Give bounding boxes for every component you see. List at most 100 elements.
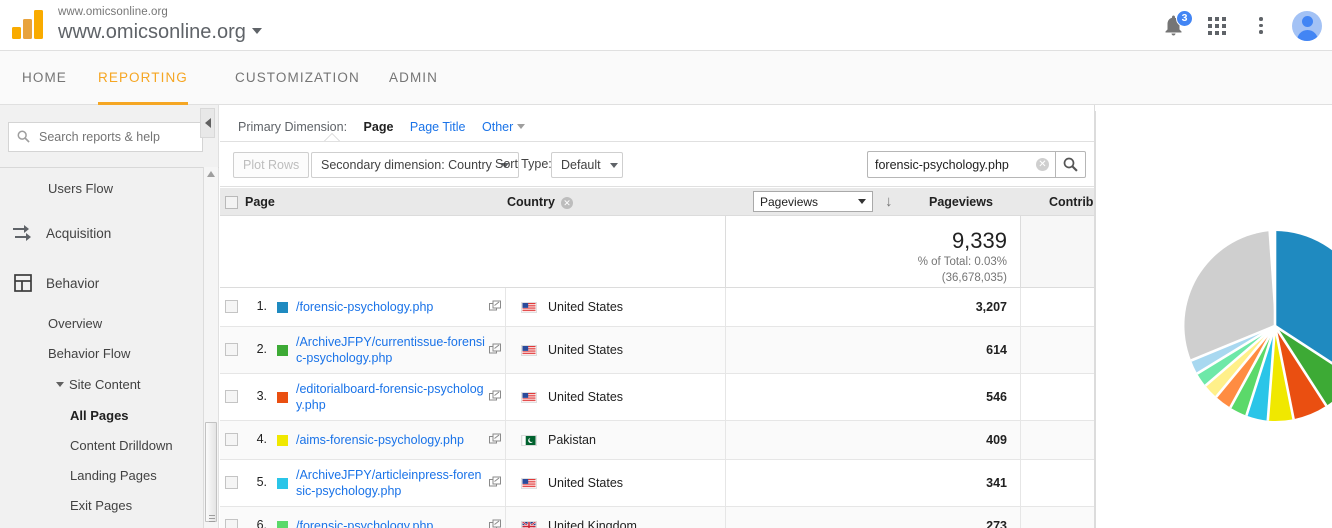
sort-direction-icon[interactable]: ↓ <box>885 193 893 210</box>
sort-type-label: Sort Type: <box>495 157 552 171</box>
sidebar-item-site-content[interactable]: Site Content <box>0 368 219 400</box>
row-page-link[interactable]: /editorialboard-forensic-psychology.php <box>296 374 486 420</box>
open-in-new-window-icon[interactable] <box>489 519 502 528</box>
row-index: 1. <box>256 299 267 313</box>
totals-pageviews-value: 9,339 <box>951 228 1007 253</box>
search-input[interactable] <box>8 122 203 152</box>
secondary-dimension-label: Secondary dimension: Country <box>321 158 492 172</box>
row-checkbox[interactable] <box>225 300 238 313</box>
search-icon <box>1063 157 1078 172</box>
scroll-up-arrow-icon[interactable] <box>207 171 215 177</box>
remove-secondary-dimension-icon[interactable]: ✕ <box>561 197 573 209</box>
row-country-cell: United States <box>505 374 725 420</box>
column-header-country[interactable]: Country <box>507 188 555 216</box>
open-in-new-window-icon[interactable] <box>489 300 502 318</box>
column-header-page[interactable]: Page <box>245 188 275 216</box>
row-country-name: United States <box>548 300 624 314</box>
scrollbar-thumb[interactable] <box>205 422 217 522</box>
tab-customization[interactable]: CUSTOMIZATION <box>235 51 360 105</box>
chevron-down-icon <box>609 162 618 168</box>
row-pageviews: 614 <box>725 327 1020 373</box>
row-page-link[interactable]: /forensic-psychology.php <box>296 507 486 528</box>
sidebar-item-landing-pages[interactable]: Landing Pages <box>0 460 219 490</box>
caret-down-icon <box>56 381 64 387</box>
row-checkbox[interactable] <box>225 476 238 489</box>
select-all-checkbox[interactable] <box>225 196 238 209</box>
flag-us-icon <box>521 301 537 313</box>
row-country-name: United States <box>548 343 624 357</box>
sidebar-collapse-button[interactable] <box>200 108 215 138</box>
row-country-cell: Pakistan <box>505 421 725 459</box>
metric-select[interactable]: Pageviews <box>753 191 873 212</box>
row-checkbox[interactable] <box>225 519 238 528</box>
chevron-down-icon <box>517 124 526 129</box>
more-vertical-icon[interactable] <box>1248 13 1274 39</box>
account-selector[interactable]: www.omicsonline.org <box>58 19 262 45</box>
sidebar-item-content-drilldown[interactable]: Content Drilldown <box>0 430 219 460</box>
row-index: 6. <box>256 518 267 528</box>
open-in-new-window-icon[interactable] <box>489 476 502 494</box>
row-pageviews: 341 <box>725 460 1020 506</box>
primary-dimension-page[interactable]: Page <box>364 120 394 134</box>
clear-search-icon[interactable]: ✕ <box>1036 158 1049 171</box>
open-in-new-window-icon[interactable] <box>489 390 502 408</box>
primary-dimension-page-title[interactable]: Page Title <box>410 120 466 134</box>
row-page-link[interactable]: /forensic-psychology.php <box>296 288 486 326</box>
plot-rows-button[interactable]: Plot Rows <box>233 152 310 178</box>
sidebar-item-behavior[interactable]: Behavior <box>0 258 219 308</box>
chevron-down-icon <box>251 28 262 34</box>
sidebar-item-label: Content Drilldown <box>70 437 173 453</box>
row-checkbox[interactable] <box>225 390 238 403</box>
sidebar-item-acquisition[interactable]: Acquisition <box>0 208 219 258</box>
row-pageviews: 3,207 <box>725 288 1020 326</box>
search-submit-button[interactable] <box>1055 151 1086 178</box>
row-page-link[interactable]: /ArchiveJFPY/currentissue-forensic-psych… <box>296 327 486 373</box>
table-search-input[interactable] <box>867 151 1055 178</box>
tab-admin[interactable]: ADMIN <box>389 51 438 105</box>
row-color-swatch <box>277 478 288 489</box>
top-right-actions: 3 <box>1160 0 1322 51</box>
notification-badge: 3 <box>1176 9 1193 27</box>
column-header-pageviews[interactable]: Pageviews <box>929 188 993 216</box>
sidebar-item-label: Acquisition <box>46 225 112 241</box>
row-checkbox[interactable] <box>225 433 238 446</box>
row-color-swatch <box>277 302 288 313</box>
row-checkbox[interactable] <box>225 343 238 356</box>
tab-reporting[interactable]: REPORTING <box>98 51 188 105</box>
sidebar-item-behavior-flow[interactable]: Behavior Flow <box>0 338 219 368</box>
bell-icon[interactable]: 3 <box>1160 9 1193 39</box>
sidebar-scrollbar[interactable] <box>203 167 218 528</box>
row-color-swatch <box>277 392 288 403</box>
primary-dimension-other[interactable]: Other <box>482 120 513 134</box>
sidebar-item-label: Landing Pages <box>70 467 157 483</box>
pie-chart-panel: 34.3% 6.6% 32.8% <box>1095 111 1332 528</box>
metric-select-value: Pageviews <box>760 194 819 209</box>
sidebar-item-label: Site Content <box>69 376 141 392</box>
primary-dimension-label: Primary Dimension: <box>238 120 348 134</box>
table-search-wrap: ✕ <box>867 151 1055 178</box>
sidebar-item-overview[interactable]: Overview <box>0 308 219 338</box>
tab-home[interactable]: HOME <box>22 51 67 105</box>
row-country-name: United States <box>548 476 624 490</box>
chevron-left-icon <box>204 118 211 128</box>
sort-type-select[interactable]: Default <box>551 152 623 178</box>
primary-dimension-notch <box>325 134 339 141</box>
row-page-link[interactable]: /aims-forensic-psychology.php <box>296 421 486 459</box>
open-in-new-window-icon[interactable] <box>489 433 502 451</box>
row-index: 3. <box>256 389 267 403</box>
sidebar-item-all-pages[interactable]: All Pages <box>0 400 219 430</box>
row-country-cell: United Kingdom <box>505 507 725 528</box>
sidebar-item-exit-pages[interactable]: Exit Pages <box>0 490 219 520</box>
row-page-link[interactable]: /ArchiveJFPY/articleinpress-forensic-psy… <box>296 460 486 506</box>
sidebar-item-users-flow[interactable]: Users Flow <box>0 168 219 208</box>
apps-grid-icon[interactable] <box>1204 13 1230 39</box>
row-country-cell: United States <box>505 288 725 326</box>
open-in-new-window-icon[interactable] <box>489 343 502 361</box>
row-index: 5. <box>256 475 267 489</box>
avatar[interactable] <box>1292 10 1322 41</box>
row-color-swatch <box>277 521 288 528</box>
top-bar: www.omicsonline.org www.omicsonline.org … <box>0 0 1332 51</box>
secondary-dimension-button[interactable]: Secondary dimension: Country <box>311 152 519 178</box>
behavior-layout-icon <box>0 274 46 292</box>
contribution-pie-chart[interactable] <box>1095 176 1332 476</box>
